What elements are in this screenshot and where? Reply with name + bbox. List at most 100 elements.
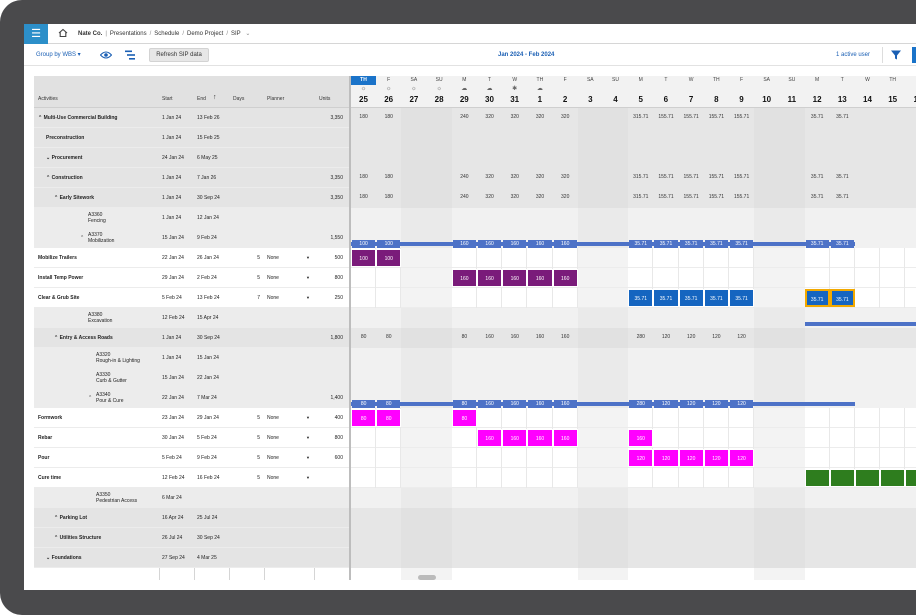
schedule-bar[interactable]: 160 bbox=[553, 429, 578, 447]
day-header[interactable]: M☁29 bbox=[452, 76, 477, 108]
planner-select[interactable]: None bbox=[267, 448, 279, 468]
horizontal-scrollbar[interactable] bbox=[418, 575, 436, 580]
dropdown-arrow-icon[interactable]: ▼ bbox=[306, 448, 310, 468]
day-header[interactable]: M5 bbox=[628, 76, 653, 108]
breadcrumb-item[interactable]: Demo Project bbox=[187, 31, 223, 37]
wbs-row[interactable]: ⌃ Early Sitework1 Jan 2430 Sep 243,350 bbox=[34, 188, 349, 208]
wbs-row[interactable]: A3350Pedestrian Access6 Mar 24 bbox=[34, 488, 349, 508]
schedule-bar[interactable]: 35.71 bbox=[830, 289, 855, 307]
col-days[interactable]: Days bbox=[233, 96, 244, 102]
day-header[interactable]: T6 bbox=[653, 76, 678, 108]
refresh-sip-button[interactable]: Refresh SIP data bbox=[149, 48, 209, 62]
schedule-bar[interactable] bbox=[880, 469, 905, 487]
breadcrumb-company[interactable]: Nate Co. bbox=[78, 31, 102, 37]
schedule-bar[interactable]: 80 bbox=[351, 409, 376, 427]
day-header[interactable]: T☁30 bbox=[477, 76, 502, 108]
day-header[interactable]: F9 bbox=[729, 76, 754, 108]
chevron-down-icon[interactable]: ⌄ bbox=[244, 31, 251, 37]
day-header[interactable]: SA3 bbox=[578, 76, 603, 108]
wbs-row[interactable]: A3380Excavation12 Feb 2415 Apr 24 bbox=[34, 308, 349, 328]
day-header[interactable]: F☼26 bbox=[376, 76, 401, 108]
dropdown-arrow-icon[interactable]: ▼ bbox=[306, 248, 310, 268]
wbs-row[interactable]: ⌃ Parking Lot16 Apr 2425 Jul 24 bbox=[34, 508, 349, 528]
day-header[interactable]: TH☼25 bbox=[351, 76, 376, 108]
wbs-row[interactable]: Preconstruction1 Jan 2415 Feb 25 bbox=[34, 128, 349, 148]
schedule-bar[interactable]: 160 bbox=[502, 429, 527, 447]
dropdown-arrow-icon[interactable]: ▼ bbox=[306, 468, 310, 488]
schedule-bar[interactable]: 160 bbox=[628, 429, 653, 447]
dropdown-arrow-icon[interactable]: ▼ bbox=[306, 408, 310, 428]
schedule-bar[interactable] bbox=[905, 469, 916, 487]
schedule-bar[interactable] bbox=[805, 469, 830, 487]
wbs-row[interactable]: ⌃ Entry & Access Roads1 Jan 2430 Sep 241… bbox=[34, 328, 349, 348]
panel-toggle[interactable] bbox=[912, 47, 916, 63]
activity-row[interactable]: Install Temp Power29 Jan 242 Feb 245None… bbox=[34, 268, 349, 288]
activity-row[interactable]: Mobilize Trailers22 Jan 2426 Jan 245None… bbox=[34, 248, 349, 268]
activity-row[interactable]: Clear & Grub Site5 Feb 2413 Feb 247None▼… bbox=[34, 288, 349, 308]
schedule-bar[interactable]: 160 bbox=[477, 429, 502, 447]
dropdown-arrow-icon[interactable]: ▼ bbox=[306, 288, 310, 308]
schedule-bar[interactable]: 80 bbox=[376, 409, 401, 427]
col-activities[interactable]: Activities bbox=[38, 96, 58, 102]
schedule-bar[interactable]: 160 bbox=[452, 269, 477, 287]
schedule-bar[interactable]: 120 bbox=[729, 449, 754, 467]
day-header[interactable]: TH15 bbox=[880, 76, 905, 108]
day-header[interactable]: SU11 bbox=[779, 76, 804, 108]
schedule-bar[interactable]: 80 bbox=[452, 409, 477, 427]
schedule-bar[interactable]: 160 bbox=[502, 269, 527, 287]
breadcrumb-item[interactable]: SIP bbox=[231, 31, 241, 37]
wbs-row[interactable]: A3340Pour & Cure⌃22 Jan 247 Mar 241,400 bbox=[34, 388, 349, 408]
schedule-bar[interactable]: 120 bbox=[628, 449, 653, 467]
home-icon[interactable] bbox=[57, 27, 69, 39]
planner-select[interactable]: None bbox=[267, 468, 279, 488]
dropdown-arrow-icon[interactable]: ▼ bbox=[306, 268, 310, 288]
schedule-bar[interactable]: 120 bbox=[679, 449, 704, 467]
wbs-row[interactable]: ⌄ Procurement24 Jan 246 May 25 bbox=[34, 148, 349, 168]
planner-select[interactable]: None bbox=[267, 288, 279, 308]
day-header[interactable]: W✱31 bbox=[502, 76, 527, 108]
day-header[interactable]: SA10 bbox=[754, 76, 779, 108]
breadcrumb-item[interactable]: Presentations bbox=[110, 31, 147, 37]
group-by-wbs-dropdown[interactable]: Group by WBS ▾ bbox=[36, 44, 81, 66]
col-start[interactable]: Start bbox=[162, 96, 173, 102]
day-header[interactable]: W7 bbox=[679, 76, 704, 108]
wbs-row[interactable]: A3370Mobilization⌃15 Jan 249 Feb 241,550 bbox=[34, 228, 349, 248]
wbs-row[interactable]: ⌃ Construction1 Jan 247 Jan 263,350 bbox=[34, 168, 349, 188]
day-header[interactable]: TH☁1 bbox=[527, 76, 552, 108]
day-header[interactable]: SU4 bbox=[603, 76, 628, 108]
day-header[interactable]: F16 bbox=[905, 76, 916, 108]
activity-row[interactable]: Cure time12 Feb 2416 Feb 245None▼ bbox=[34, 468, 349, 488]
schedule-bar[interactable]: 160 bbox=[527, 429, 552, 447]
wbs-row[interactable]: ⌃ Multi-Use Commercial Building1 Jan 241… bbox=[34, 108, 349, 128]
wbs-row[interactable]: A3330Curb & Gutter15 Jan 2422 Jan 24 bbox=[34, 368, 349, 388]
wbs-row[interactable]: A3320Rough-in & Lighting1 Jan 2415 Jan 2… bbox=[34, 348, 349, 368]
day-header[interactable]: F2 bbox=[553, 76, 578, 108]
schedule-bar[interactable]: 35.71 bbox=[729, 289, 754, 307]
schedule-bar[interactable]: 160 bbox=[477, 269, 502, 287]
wbs-row[interactable]: ⌃ Utilities Structure26 Jul 2430 Sep 24 bbox=[34, 528, 349, 548]
schedule-bar[interactable]: 100 bbox=[351, 249, 376, 267]
schedule-bar[interactable] bbox=[830, 469, 855, 487]
filter-icon[interactable] bbox=[890, 49, 902, 61]
day-header[interactable]: W14 bbox=[855, 76, 880, 108]
active-users-label[interactable]: 1 active user bbox=[836, 44, 870, 66]
planner-select[interactable]: None bbox=[267, 248, 279, 268]
planner-select[interactable]: None bbox=[267, 268, 279, 288]
activity-row[interactable]: Pour5 Feb 249 Feb 245None▼600 bbox=[34, 448, 349, 468]
day-header[interactable]: TH8 bbox=[704, 76, 729, 108]
col-planner[interactable]: Planner bbox=[267, 96, 284, 102]
schedule-bar[interactable]: 35.71 bbox=[805, 289, 830, 307]
wbs-row[interactable]: A3360Fencing1 Jan 2412 Jan 24 bbox=[34, 208, 349, 228]
schedule-bar[interactable]: 120 bbox=[704, 449, 729, 467]
date-range-label[interactable]: Jan 2024 - Feb 2024 bbox=[498, 44, 554, 66]
expand-chevron-icon[interactable]: ⌃ bbox=[88, 388, 92, 408]
eye-icon[interactable] bbox=[100, 50, 112, 60]
schedule-bar[interactable] bbox=[855, 469, 880, 487]
dropdown-arrow-icon[interactable]: ▼ bbox=[306, 428, 310, 448]
schedule-bar[interactable]: 35.71 bbox=[628, 289, 653, 307]
schedule-bar[interactable]: 35.71 bbox=[679, 289, 704, 307]
day-header[interactable]: SA☼27 bbox=[401, 76, 426, 108]
hamburger-icon[interactable]: ☰ bbox=[24, 24, 48, 44]
activity-row[interactable]: Formwork23 Jan 2429 Jan 245None▼400 bbox=[34, 408, 349, 428]
schedule-bar[interactable]: 160 bbox=[527, 269, 552, 287]
